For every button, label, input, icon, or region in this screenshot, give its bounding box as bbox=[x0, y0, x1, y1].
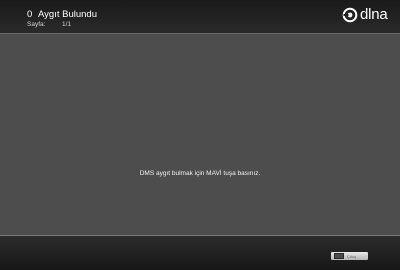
dlna-screen: 0 Aygıt Bulundu Sayfa: 1/1 dlna DMS aygı… bbox=[0, 0, 400, 270]
device-count: 0 bbox=[27, 9, 33, 20]
remote-key-icon bbox=[334, 253, 344, 259]
exit-key-hint[interactable]: Çıkış bbox=[331, 252, 368, 260]
dlna-logo-icon bbox=[342, 7, 358, 22]
instruction-message: DMS aygıt bulmak için MAVİ tuşa basınız. bbox=[139, 170, 261, 177]
dlna-logo: dlna bbox=[342, 6, 388, 23]
device-list-area bbox=[0, 34, 400, 235]
exit-key-label: Çıkış bbox=[347, 253, 357, 259]
dlna-logo-text: dlna bbox=[360, 6, 388, 23]
page-title: Aygıt Bulundu bbox=[38, 9, 97, 20]
header-bar: 0 Aygıt Bulundu Sayfa: 1/1 dlna bbox=[0, 0, 400, 33]
page-number: 1/1 bbox=[62, 21, 72, 28]
page-label: Sayfa: bbox=[27, 21, 46, 28]
